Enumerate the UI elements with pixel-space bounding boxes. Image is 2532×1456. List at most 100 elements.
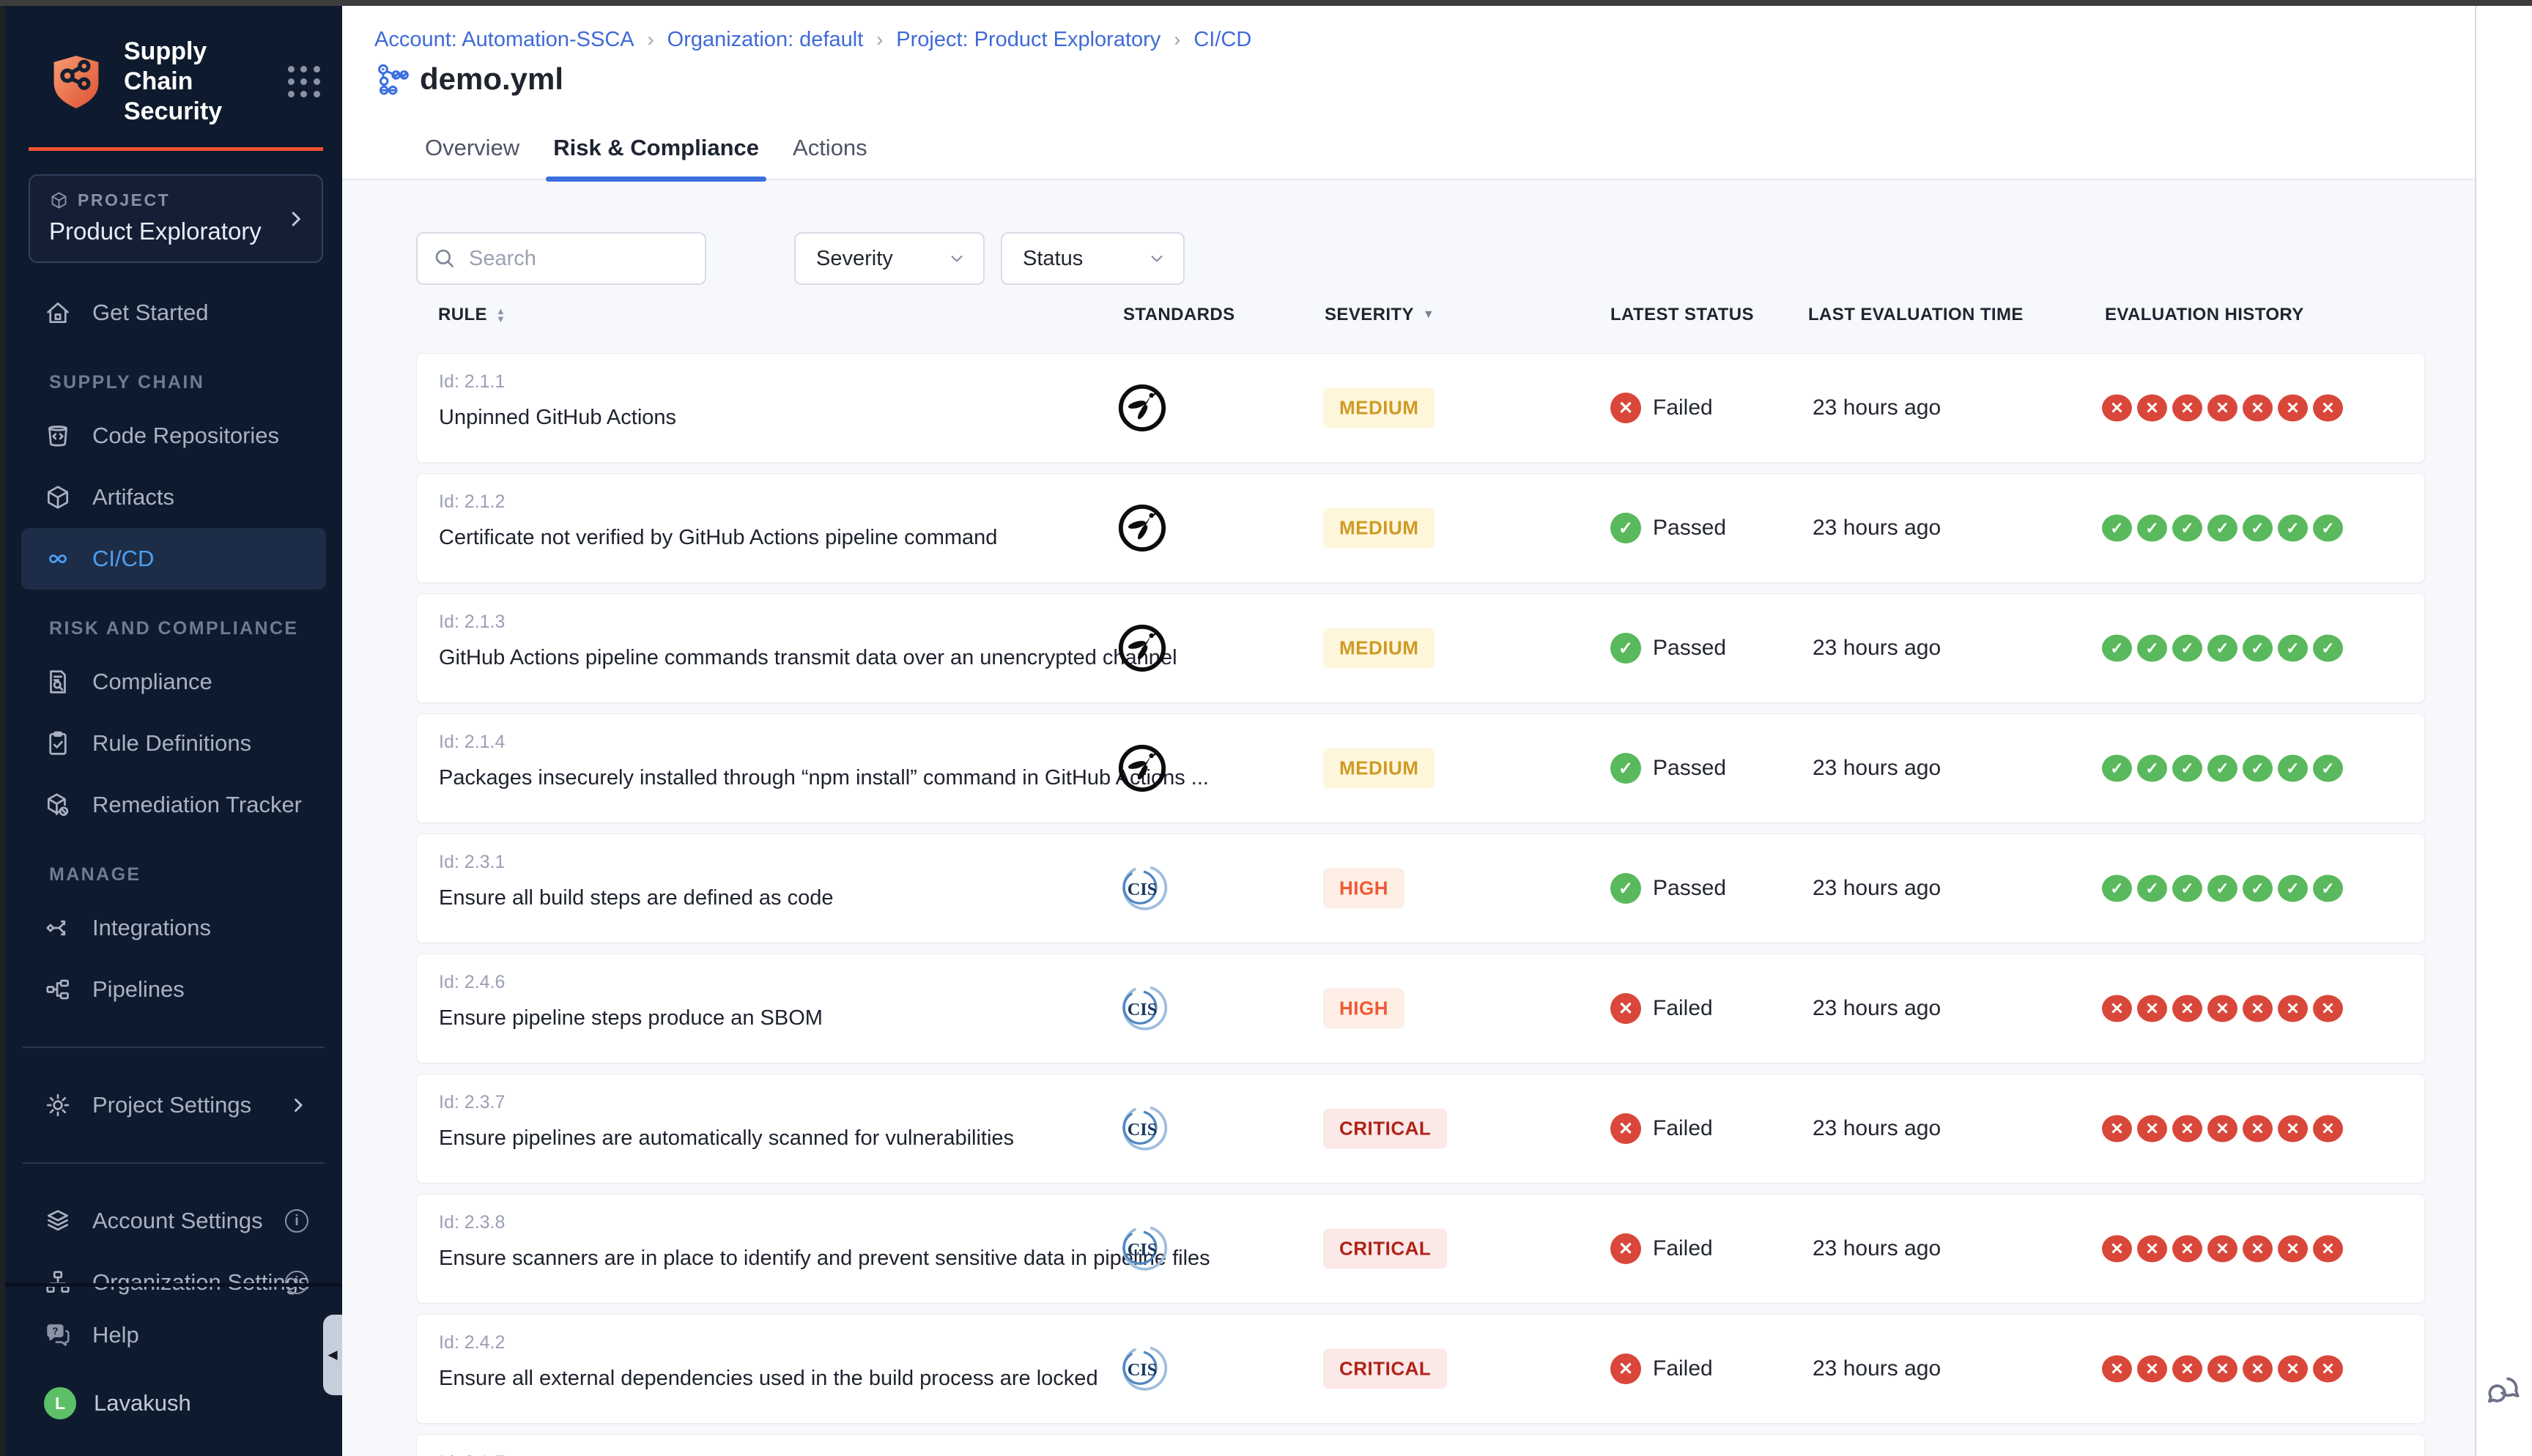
table-row[interactable]: Id: 2.4.6Ensure pipeline steps produce a… — [416, 954, 2425, 1063]
status-label: Failed — [1653, 1356, 1713, 1381]
history-fail-icon: ✕ — [2102, 1356, 2132, 1383]
column-header-severity[interactable]: SEVERITY▼ — [1325, 305, 1435, 325]
breadcrumb-link-ci-cd[interactable]: CI/CD — [1193, 28, 1251, 52]
table-row[interactable]: Id: 3.1.7CISCRITICAL✕Failed23 hours ago✕… — [416, 1434, 2425, 1456]
sidebar-item-get-started[interactable]: Get Started — [21, 282, 326, 343]
history-fail-icon: ✕ — [2243, 1356, 2273, 1383]
last-evaluation-time: 23 hours ago — [1813, 876, 1941, 901]
status-cell: ✕Failed — [1610, 993, 1713, 1024]
sidebar-item-rule-definitions[interactable]: Rule Definitions — [21, 713, 326, 774]
evaluation-history: ✕✕✕✕✕✕✕ — [2102, 1236, 2343, 1263]
column-header-rule[interactable]: RULE▲▼ — [438, 305, 506, 325]
sidebar-item-code-repositories[interactable]: Code Repositories — [21, 405, 326, 467]
last-evaluation-time: 23 hours ago — [1813, 516, 1941, 541]
pipelines-icon — [44, 976, 72, 1003]
repo-icon — [44, 422, 72, 450]
passed-icon: ✓ — [1610, 633, 1641, 664]
status-label: Failed — [1653, 1236, 1713, 1261]
user-menu[interactable]: L Lavakush — [21, 1376, 326, 1430]
breadcrumb-link-account-automation-ssca[interactable]: Account: Automation-SSCA — [374, 28, 634, 52]
severity-filter-dropdown[interactable]: Severity — [794, 232, 985, 285]
rule-sort-icon[interactable]: ▲▼ — [496, 307, 506, 323]
search-input[interactable] — [469, 247, 690, 271]
history-pass-icon: ✓ — [2278, 635, 2308, 662]
table-row[interactable]: Id: 2.3.7Ensure pipelines are automatica… — [416, 1074, 2425, 1184]
history-fail-icon: ✕ — [2172, 995, 2202, 1022]
svg-text:CIS: CIS — [1128, 1360, 1158, 1380]
svg-text:CIS: CIS — [1128, 1120, 1158, 1140]
sidebar-item-integrations[interactable]: Integrations — [21, 897, 326, 959]
table-row[interactable]: Id: 2.3.8Ensure scanners are in place to… — [416, 1194, 2425, 1304]
tab-overview[interactable]: Overview — [425, 122, 519, 180]
window-top-edge — [0, 0, 2532, 6]
tab-risk-compliance[interactable]: Risk & Compliance — [553, 122, 759, 180]
rule-name: Ensure all build steps are defined as co… — [439, 886, 833, 910]
severity-badge: HIGH — [1323, 989, 1404, 1029]
table-row[interactable]: Id: 2.1.3GitHub Actions pipeline command… — [416, 593, 2425, 703]
severity-cell: CRITICAL — [1323, 1349, 1447, 1389]
history-fail-icon: ✕ — [2243, 1115, 2273, 1143]
main-area: Account: Automation-SSCA›Organization: d… — [342, 6, 2475, 1456]
status-filter-dropdown[interactable]: Status — [1001, 232, 1185, 285]
table-row[interactable]: Id: 2.1.1Unpinned GitHub ActionsMEDIUM✕F… — [416, 353, 2425, 463]
module-grid-icon[interactable] — [288, 66, 320, 98]
cis-icon: CIS — [1117, 1343, 1168, 1394]
sidebar-collapse-handle[interactable]: ◀ — [323, 1315, 342, 1395]
sidebar-nav: Get StartedSUPPLY CHAINCode Repositories… — [5, 282, 342, 1313]
history-pass-icon: ✓ — [2243, 755, 2273, 782]
evaluation-history: ✓✓✓✓✓✓✓ — [2102, 875, 2343, 902]
history-fail-icon: ✕ — [2207, 1356, 2237, 1383]
sidebar-item-label: Artifacts — [92, 484, 174, 510]
tab-actions[interactable]: Actions — [793, 122, 867, 180]
sidebar-item-help[interactable]: ? Help — [21, 1304, 326, 1366]
history-pass-icon: ✓ — [2278, 755, 2308, 782]
tab-bar: Overview Risk & Compliance Actions — [425, 122, 867, 180]
table-row[interactable]: Id: 2.1.4Packages insecurely installed t… — [416, 713, 2425, 823]
column-header-evaluation-history: EVALUATION HISTORY — [2105, 305, 2304, 325]
sidebar-bottom: ? Help L Lavakush — [5, 1283, 342, 1456]
sidebar-divider — [23, 1162, 325, 1164]
history-pass-icon: ✓ — [2313, 755, 2343, 782]
sidebar-item-artifacts[interactable]: Artifacts — [21, 467, 326, 528]
table-row[interactable]: Id: 2.4.2Ensure all external dependencie… — [416, 1314, 2425, 1424]
sidebar-item-label: Get Started — [92, 300, 209, 326]
history-fail-icon: ✕ — [2137, 995, 2167, 1022]
support-chat-icon[interactable] — [2484, 1371, 2525, 1412]
breadcrumb-link-project-product-exploratory[interactable]: Project: Product Exploratory — [896, 28, 1160, 52]
sidebar-divider — [23, 1047, 325, 1048]
sidebar-item-pipelines[interactable]: Pipelines — [21, 959, 326, 1020]
search-box[interactable] — [416, 232, 706, 285]
sidebar-item-account-settings[interactable]: Account Settingsi — [21, 1190, 326, 1252]
project-selector[interactable]: PROJECT Product Exploratory — [29, 174, 323, 263]
severity-sort-icon[interactable]: ▼ — [1423, 308, 1435, 322]
history-fail-icon: ✕ — [2207, 1236, 2237, 1263]
sidebar-section-label: RISK AND COMPLIANCE — [5, 590, 342, 651]
cube-icon — [44, 483, 72, 511]
history-fail-icon: ✕ — [2243, 1236, 2273, 1263]
sidebar-item-label: Code Repositories — [92, 423, 279, 449]
history-fail-icon: ✕ — [2102, 995, 2132, 1022]
sidebar-item-compliance[interactable]: Compliance — [21, 651, 326, 713]
pipeline-file-icon — [374, 62, 410, 97]
sidebar-item-project-settings[interactable]: Project Settings — [21, 1074, 326, 1136]
history-pass-icon: ✓ — [2207, 515, 2237, 542]
history-pass-icon: ✓ — [2102, 515, 2132, 542]
project-name: Product Exploratory — [49, 218, 304, 245]
table-row[interactable]: Id: 2.1.2Certificate not verified by Git… — [416, 473, 2425, 583]
history-pass-icon: ✓ — [2137, 755, 2167, 782]
history-fail-icon: ✕ — [2172, 1236, 2202, 1263]
sidebar-item-ci-cd[interactable]: CI/CD — [21, 528, 326, 590]
failed-icon: ✕ — [1610, 993, 1641, 1024]
cis-icon: CIS — [1117, 983, 1168, 1034]
history-fail-icon: ✕ — [2243, 395, 2273, 422]
project-cube-icon — [49, 190, 69, 210]
rule-cell: Id: 2.3.1Ensure all build steps are defi… — [439, 852, 833, 910]
breadcrumb-link-organization-default[interactable]: Organization: default — [667, 28, 864, 52]
last-evaluation-time: 23 hours ago — [1813, 395, 1941, 420]
table-row[interactable]: Id: 2.3.1Ensure all build steps are defi… — [416, 833, 2425, 943]
history-fail-icon: ✕ — [2278, 395, 2308, 422]
sidebar-item-remediation-tracker[interactable]: Remediation Tracker — [21, 774, 326, 836]
history-pass-icon: ✓ — [2313, 635, 2343, 662]
home-icon — [44, 299, 72, 327]
breadcrumb: Account: Automation-SSCA›Organization: d… — [374, 28, 1251, 52]
